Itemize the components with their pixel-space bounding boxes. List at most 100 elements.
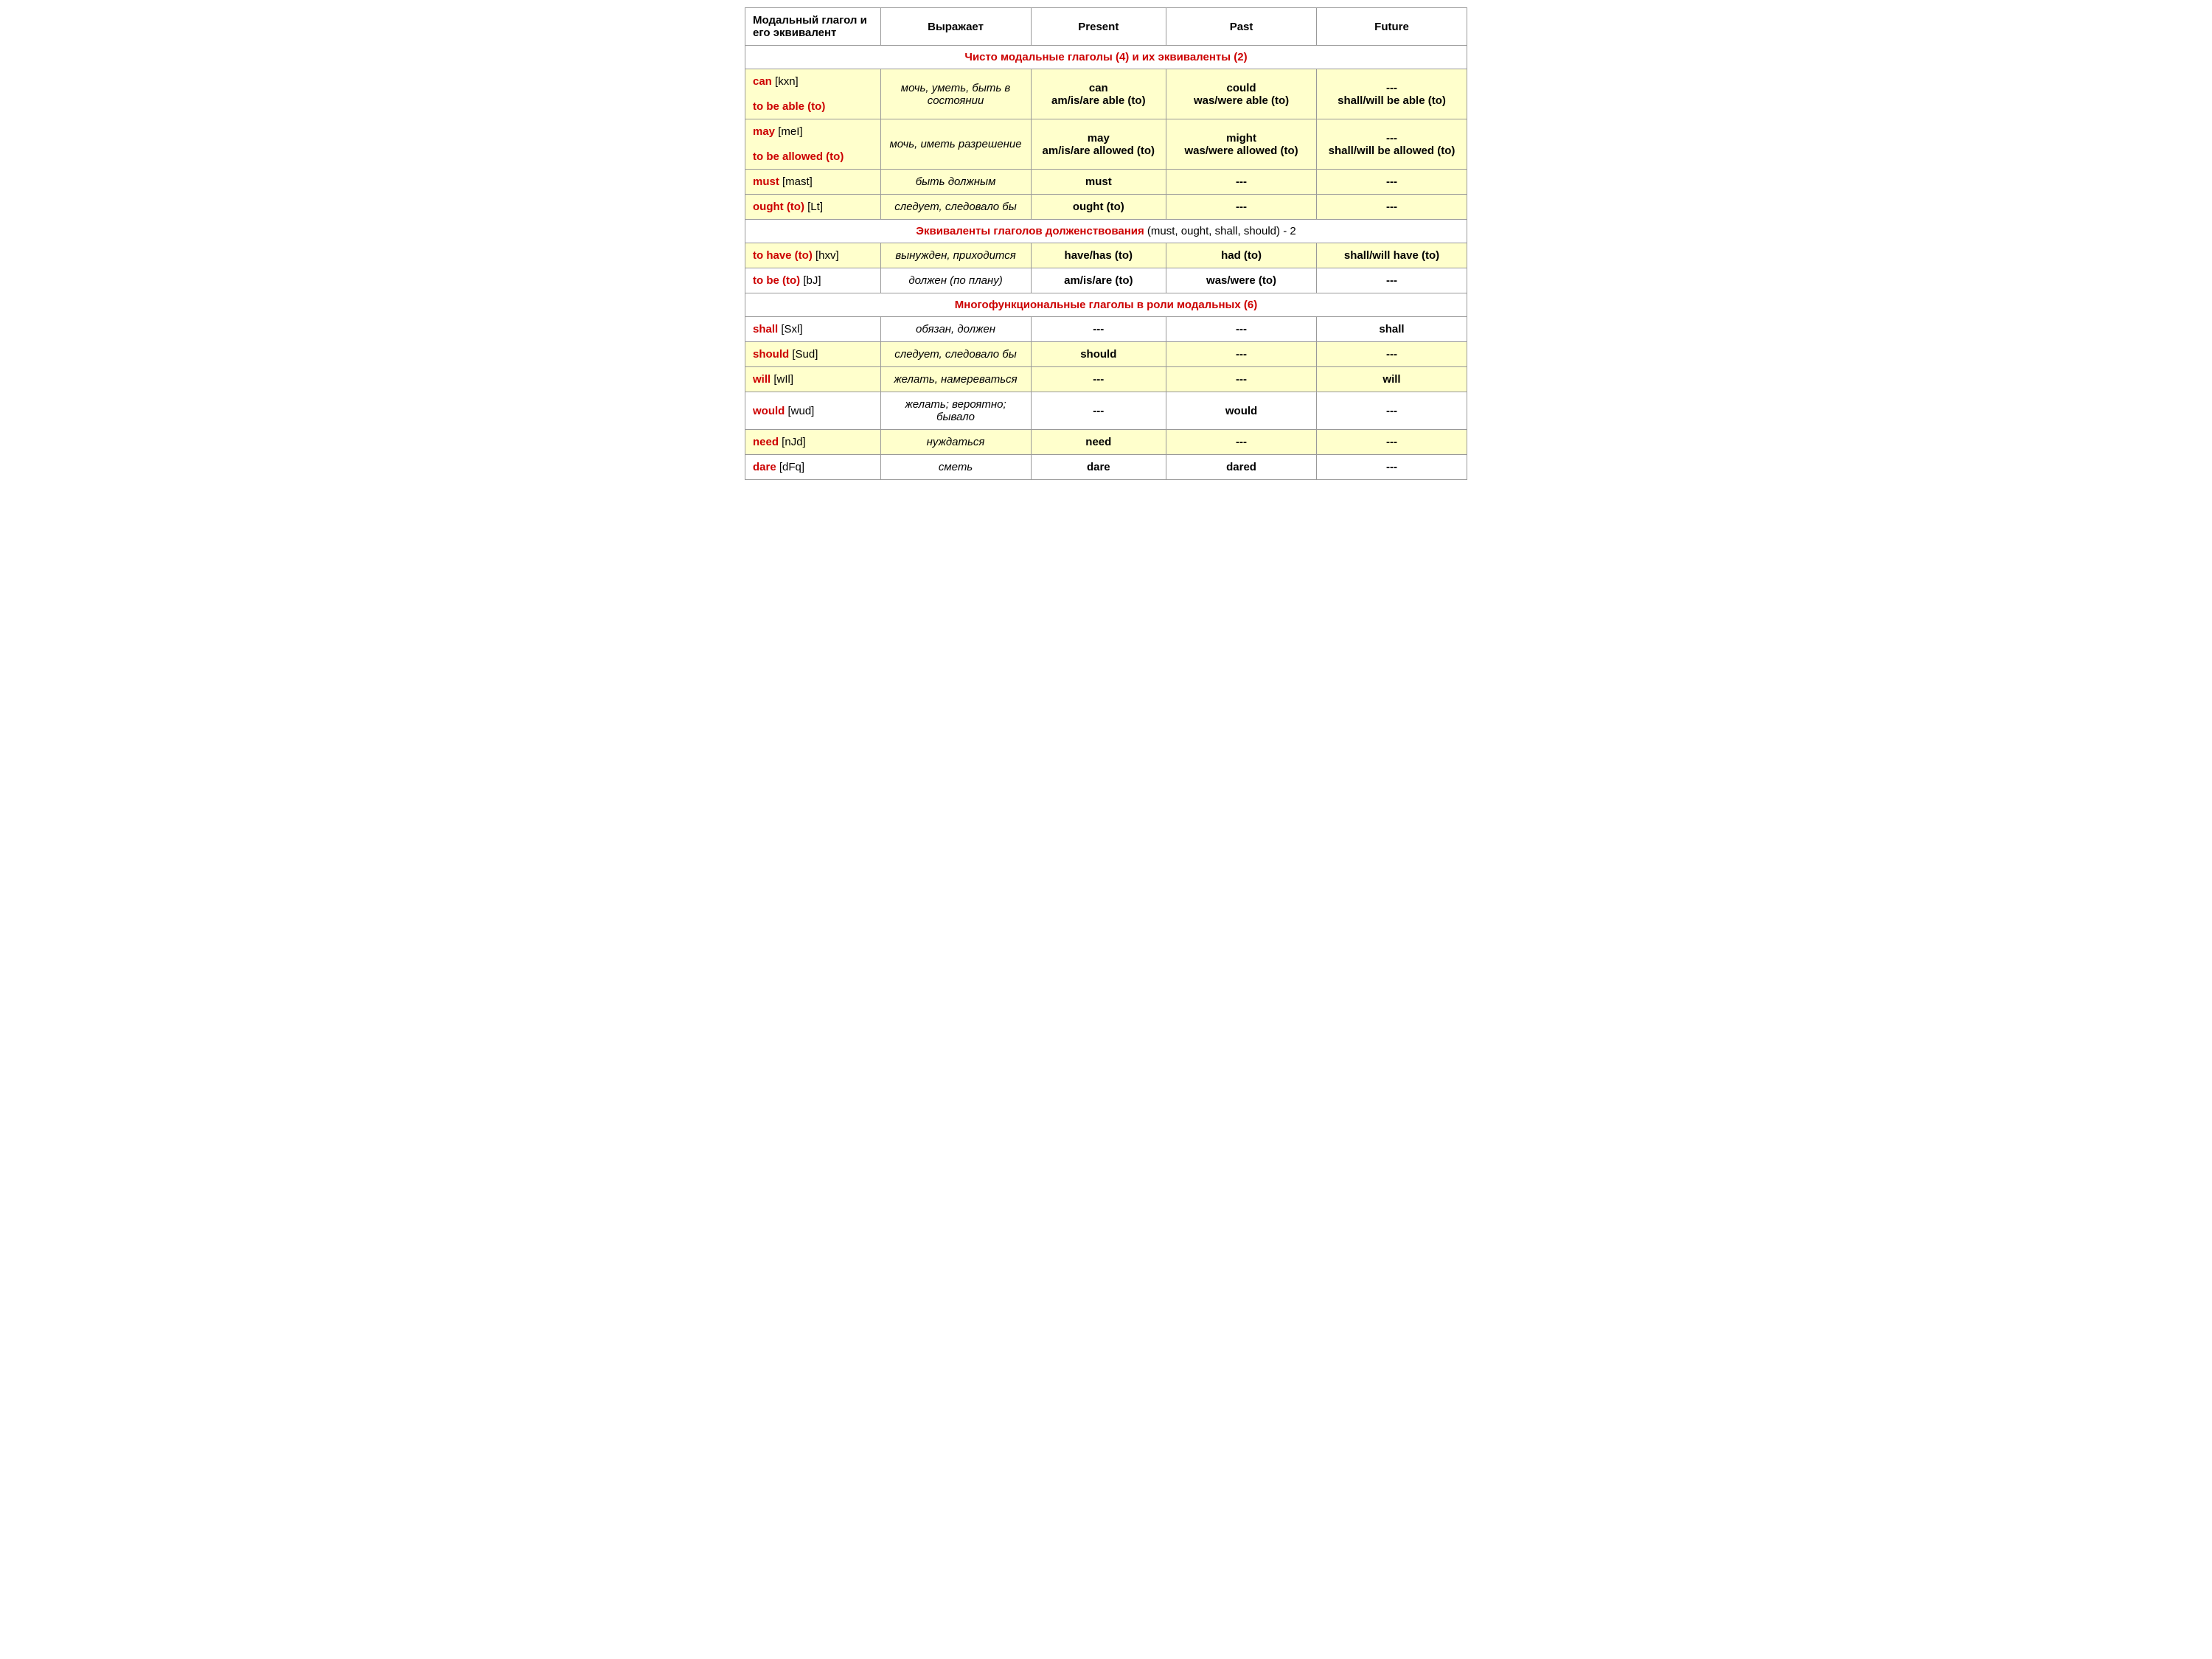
- cell-meaning: следует, следовало бы: [880, 342, 1031, 367]
- modal-verb-transcription: [nJd]: [779, 436, 806, 448]
- cell-present: should: [1031, 342, 1166, 367]
- table-row: dare [dFq]сметь dare dared---: [745, 455, 1467, 480]
- modal-verb-name: would: [753, 405, 785, 417]
- cell-modal-verb: should [Sud]: [745, 342, 881, 367]
- cell-past: ---: [1166, 317, 1317, 342]
- modal-verb-transcription: [wud]: [785, 405, 814, 417]
- cell-modal-verb: must [mast]: [745, 170, 881, 195]
- table-row: Чисто модальные глаголы (4) и их эквивал…: [745, 46, 1467, 69]
- cell-past: ---: [1166, 195, 1317, 220]
- cell-past: ---: [1166, 430, 1317, 455]
- modal-verb-name: dare: [753, 461, 776, 473]
- cell-modal-verb: may [meI] to be allowed (to): [745, 119, 881, 170]
- section-header-red: Многофункциональные глаголы в роли модал…: [955, 299, 1257, 311]
- modal-equiv-name: to be allowed (to): [753, 150, 844, 163]
- header-modal: Модальный глагол и его эквивалент: [745, 8, 881, 46]
- cell-past: ---: [1166, 170, 1317, 195]
- header-vyrazhaet: Выражает: [880, 8, 1031, 46]
- table-row: Эквиваленты глаголов долженствования (mu…: [745, 220, 1467, 243]
- cell-present: ---: [1031, 317, 1166, 342]
- modal-equiv-name: to be able (to): [753, 100, 825, 113]
- section-header-cell: Эквиваленты глаголов долженствования (mu…: [745, 220, 1467, 243]
- section-header-cell: Чисто модальные глаголы (4) и их эквивал…: [745, 46, 1467, 69]
- cell-meaning: мочь, иметь разрешение: [880, 119, 1031, 170]
- cell-present: can am/is/are able (to): [1031, 69, 1166, 119]
- cell-present: ought (to): [1031, 195, 1166, 220]
- cell-meaning: обязан, должен: [880, 317, 1031, 342]
- section-header-black: (must, ought, shall, should) - 2: [1144, 225, 1296, 237]
- cell-meaning: следует, следовало бы: [880, 195, 1031, 220]
- cell-future: ---: [1317, 455, 1467, 480]
- cell-past: had (to): [1166, 243, 1317, 268]
- table-row: can [kxn]to be able (to)мочь, уметь, быт…: [745, 69, 1467, 119]
- cell-modal-verb: would [wud]: [745, 392, 881, 430]
- table-row: would [wud]желать; вероятно; бывало---wo…: [745, 392, 1467, 430]
- cell-past: was/were (to): [1166, 268, 1317, 293]
- table-row: to be (to) [bJ]должен (по плану)am/is/ar…: [745, 268, 1467, 293]
- cell-future: shall: [1317, 317, 1467, 342]
- modal-verb-transcription: [Lt]: [804, 201, 823, 213]
- cell-present: ---: [1031, 367, 1166, 392]
- cell-modal-verb: will [wIl]: [745, 367, 881, 392]
- cell-present: may am/is/are allowed (to): [1031, 119, 1166, 170]
- cell-modal-verb: to have (to) [hxv]: [745, 243, 881, 268]
- cell-modal-verb: need [nJd]: [745, 430, 881, 455]
- table-row: should [Sud]следует, следовало быshould-…: [745, 342, 1467, 367]
- modal-verb-transcription: [bJ]: [800, 274, 821, 287]
- table-row: may [meI] to be allowed (to) мочь, иметь р…: [745, 119, 1467, 170]
- header-past: Past: [1166, 8, 1317, 46]
- table-row: ought (to) [Lt]следует, следовало быough…: [745, 195, 1467, 220]
- cell-future: --- shall/will be allowed (to): [1317, 119, 1467, 170]
- modal-verb-transcription: [hxv]: [813, 249, 839, 262]
- cell-meaning: мочь, уметь, быть в состоянии: [880, 69, 1031, 119]
- modal-verb-transcription: [Sud]: [789, 348, 818, 361]
- cell-meaning: нуждаться: [880, 430, 1031, 455]
- cell-past: ---: [1166, 367, 1317, 392]
- table-header: Модальный глагол и его эквивалент Выража…: [745, 8, 1467, 46]
- modal-verb-name: will: [753, 373, 771, 386]
- cell-meaning: желать, намереваться: [880, 367, 1031, 392]
- section-header-red: Чисто модальные глаголы (4) и их эквивал…: [964, 51, 1247, 63]
- cell-modal-verb: shall [Sxl]: [745, 317, 881, 342]
- modal-verb-name: must: [753, 175, 779, 188]
- table-row: to have (to) [hxv]вынужден, приходитсяha…: [745, 243, 1467, 268]
- cell-meaning: сметь: [880, 455, 1031, 480]
- modal-verb-name: shall: [753, 323, 778, 335]
- cell-present: have/has (to): [1031, 243, 1166, 268]
- cell-past: might was/were allowed (to): [1166, 119, 1317, 170]
- cell-future: ---: [1317, 430, 1467, 455]
- modal-verb-name: ought (to): [753, 201, 804, 213]
- modal-verb-name: to be (to): [753, 274, 800, 287]
- modal-verb-transcription: [mast]: [779, 175, 813, 188]
- cell-future: --- shall/will be able (to): [1317, 69, 1467, 119]
- modal-verb-transcription: [wIl]: [771, 373, 793, 386]
- cell-meaning: быть должным: [880, 170, 1031, 195]
- cell-future: ---: [1317, 195, 1467, 220]
- cell-present: ---: [1031, 392, 1166, 430]
- section-header-cell: Многофункциональные глаголы в роли модал…: [745, 293, 1467, 317]
- cell-present: am/is/are (to): [1031, 268, 1166, 293]
- table-row: shall [Sxl]обязан, должен------shall: [745, 317, 1467, 342]
- header-future: Future: [1317, 8, 1467, 46]
- table-row: will [wIl]желать, намереваться------will: [745, 367, 1467, 392]
- modal-verb-name: may: [753, 125, 775, 138]
- cell-future: will: [1317, 367, 1467, 392]
- cell-future: ---: [1317, 268, 1467, 293]
- cell-modal-verb: dare [dFq]: [745, 455, 881, 480]
- modal-verb-transcription: [meI]: [775, 125, 803, 138]
- cell-meaning: должен (по плану): [880, 268, 1031, 293]
- cell-past: would: [1166, 392, 1317, 430]
- modal-verb-name: should: [753, 348, 789, 361]
- cell-modal-verb: ought (to) [Lt]: [745, 195, 881, 220]
- modal-verb-name: to have (to): [753, 249, 813, 262]
- modal-verb-transcription: [dFq]: [776, 461, 804, 473]
- modal-verb-transcription: [kxn]: [772, 75, 799, 88]
- table-row: must [mast]быть должнымmust------: [745, 170, 1467, 195]
- table-row: need [nJd]нуждатьсяneed------: [745, 430, 1467, 455]
- table-row: Многофункциональные глаголы в роли модал…: [745, 293, 1467, 317]
- cell-past: dared: [1166, 455, 1317, 480]
- cell-present: need: [1031, 430, 1166, 455]
- header-present: Present: [1031, 8, 1166, 46]
- cell-modal-verb: to be (to) [bJ]: [745, 268, 881, 293]
- cell-meaning: вынужден, приходится: [880, 243, 1031, 268]
